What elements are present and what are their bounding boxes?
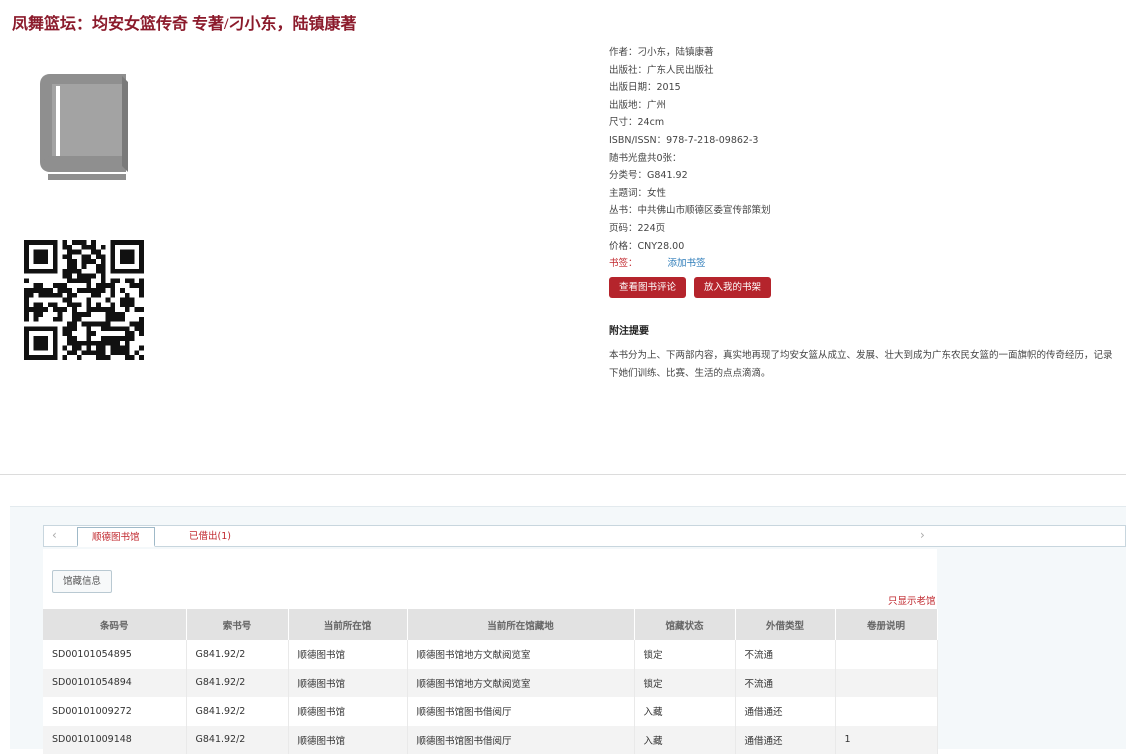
cell-status: 入藏 — [634, 726, 735, 754]
meta-isbn: ISBN/ISSN：978-7-218-09862-3 — [609, 132, 771, 150]
cell-location: 顺德图书馆地方文献阅览室 — [407, 669, 634, 698]
cell-library: 顺德图书馆 — [288, 726, 407, 754]
book-cover-icon — [38, 72, 130, 184]
cell-library: 顺德图书馆 — [288, 697, 407, 726]
tab-borrowed[interactable]: 已借出(1) — [189, 526, 231, 548]
meta-publish-place: 出版地：广州 — [609, 97, 771, 115]
meta-cd-count: 随书光盘共0张： — [609, 150, 771, 168]
table-row: SD00101054895 G841.92/2 顺德图书馆 顺德图书馆地方文献阅… — [43, 640, 937, 669]
tab-holdings-info[interactable]: 馆藏信息 — [52, 570, 112, 593]
cell-barcode: SD00101054895 — [43, 640, 186, 669]
cell-volume: 1 — [835, 726, 937, 754]
cell-call-number: G841.92/2 — [186, 726, 288, 754]
col-current-location: 当前所在馆藏地 — [407, 609, 634, 640]
cell-status: 入藏 — [634, 697, 735, 726]
meta-publisher: 出版社：广东人民出版社 — [609, 62, 771, 80]
tab-library[interactable]: 顺德图书馆 — [77, 527, 155, 547]
tabs-prev-chevron-icon[interactable]: ‹ — [52, 528, 57, 542]
action-buttons: 查看图书评论 放入我的书架 — [609, 277, 771, 298]
tabs-next-chevron-icon[interactable]: › — [920, 528, 925, 542]
cell-loan-type: 通借通还 — [735, 726, 835, 754]
tags-label: 书签： — [609, 258, 638, 269]
meta-publish-date: 出版日期：2015 — [609, 79, 771, 97]
book-title: 凤舞篮坛：均安女篮传奇 专著/刁小东，陆镇康著 — [12, 10, 356, 34]
table-header-row: 条码号 索书号 当前所在馆 当前所在馆藏地 馆藏状态 外借类型 卷册说明 — [43, 609, 937, 640]
cell-call-number: G841.92/2 — [186, 697, 288, 726]
cell-loan-type: 通借通还 — [735, 697, 835, 726]
meta-classification: 分类号：G841.92 — [609, 167, 771, 185]
cell-barcode: SD00101009272 — [43, 697, 186, 726]
table-row: SD00101009272 G841.92/2 顺德图书馆 顺德图书馆图书借阅厅… — [43, 697, 937, 726]
meta-pages: 页码：224页 — [609, 220, 771, 238]
cell-call-number: G841.92/2 — [186, 640, 288, 669]
section-divider — [0, 474, 1126, 475]
col-status: 馆藏状态 — [634, 609, 735, 640]
meta-tags: 书签： 添加书签 — [609, 255, 771, 273]
col-call-number: 索书号 — [186, 609, 288, 640]
meta-series: 丛书：中共佛山市顺德区委宣传部策划 — [609, 202, 771, 220]
cell-status: 锁定 — [634, 669, 735, 698]
only-show-old-library-link[interactable]: 只显示老馆 — [888, 593, 936, 607]
abstract-text: 本书分为上、下两部内容，真实地再现了均安女篮从成立、发展、壮大到成为广东农民女篮… — [609, 347, 1114, 382]
cell-barcode: SD00101054894 — [43, 669, 186, 698]
cell-library: 顺德图书馆 — [288, 669, 407, 698]
meta-subject: 主题词：女性 — [609, 185, 771, 203]
cell-volume — [835, 640, 937, 669]
cell-loan-type: 不流通 — [735, 640, 835, 669]
cell-location: 顺德图书馆地方文献阅览室 — [407, 640, 634, 669]
table-row: SD00101054894 G841.92/2 顺德图书馆 顺德图书馆地方文献阅… — [43, 669, 937, 698]
meta-price: 价格：CNY28.00 — [609, 238, 771, 256]
cell-volume — [835, 697, 937, 726]
meta-author: 作者：刁小东，陆镇康著 — [609, 44, 771, 62]
cell-library: 顺德图书馆 — [288, 640, 407, 669]
cell-status: 锁定 — [634, 640, 735, 669]
cell-location: 顺德图书馆图书借阅厅 — [407, 697, 634, 726]
cell-volume — [835, 669, 937, 698]
col-barcode: 条码号 — [43, 609, 186, 640]
qr-code-icon — [24, 240, 144, 360]
abstract-heading: 附注提要 — [609, 322, 649, 337]
col-loan-type: 外借类型 — [735, 609, 835, 640]
cell-loan-type: 不流通 — [735, 669, 835, 698]
col-current-library: 当前所在馆 — [288, 609, 407, 640]
cell-barcode: SD00101009148 — [43, 726, 186, 754]
add-tag-link[interactable]: 添加书签 — [668, 258, 706, 269]
meta-size: 尺寸：24cm — [609, 114, 771, 132]
library-tabs: ‹ 顺德图书馆 已借出(1) › — [43, 525, 1126, 547]
cell-location: 顺德图书馆图书借阅厅 — [407, 726, 634, 754]
col-volume-note: 卷册说明 — [835, 609, 937, 640]
view-reviews-button[interactable]: 查看图书评论 — [609, 277, 686, 298]
book-metadata: 作者：刁小东，陆镇康著 出版社：广东人民出版社 出版日期：2015 出版地：广州… — [609, 44, 771, 273]
table-row: SD00101009148 G841.92/2 顺德图书馆 顺德图书馆图书借阅厅… — [43, 726, 937, 754]
holdings-table: 条码号 索书号 当前所在馆 当前所在馆藏地 馆藏状态 外借类型 卷册说明 SD0… — [43, 609, 938, 754]
cell-call-number: G841.92/2 — [186, 669, 288, 698]
add-to-shelf-button[interactable]: 放入我的书架 — [694, 277, 771, 298]
